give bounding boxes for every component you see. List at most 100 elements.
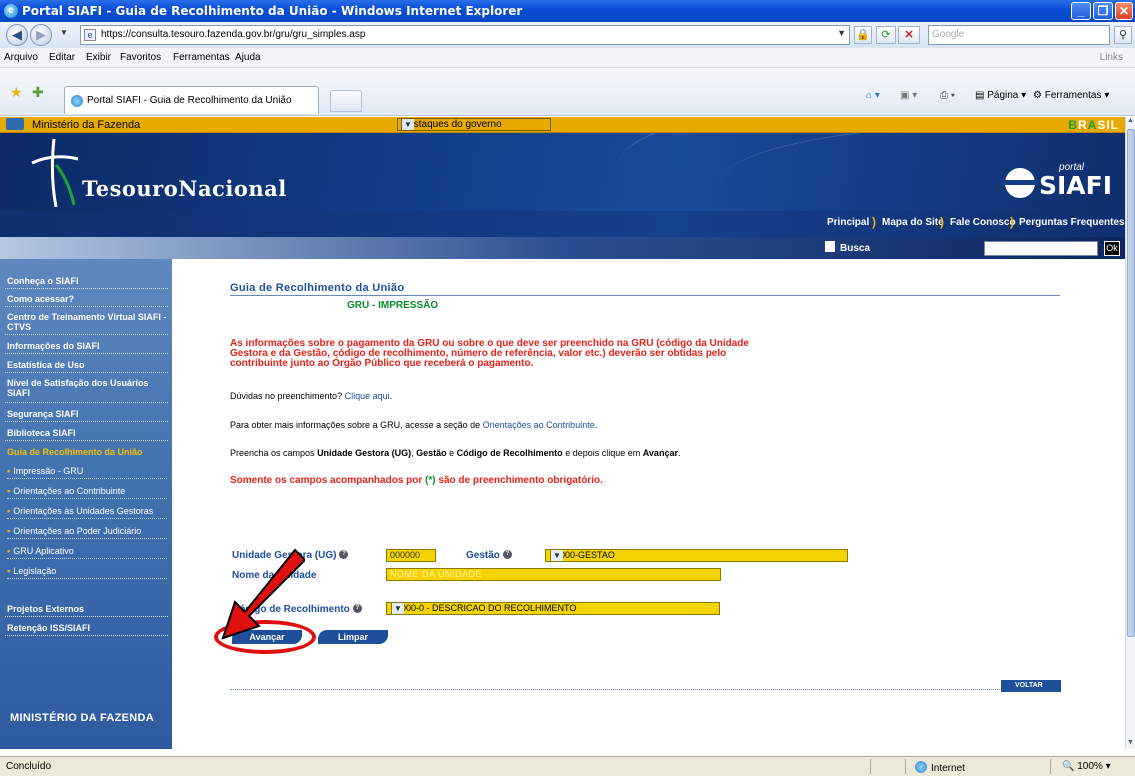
minimize-button[interactable]: _	[1071, 2, 1091, 20]
menu-exibir[interactable]: Exibir	[86, 52, 111, 63]
bottom-divider	[230, 689, 1060, 690]
sidebar-item-gru[interactable]: Guia de Recolhimento da União	[7, 447, 169, 457]
help-icon[interactable]: ?	[339, 550, 349, 559]
required-text: Somente os campos acompanhados por	[230, 475, 423, 486]
instr-e: e	[449, 448, 455, 458]
favorites-star-icon[interactable]: ★	[10, 84, 23, 101]
tab-portal-siafi[interactable]: Portal SIAFI - Guia de Recolhimento da U…	[64, 86, 319, 114]
sidebar-item-ctvs[interactable]: Centro de Treinamento Virtual SIAFI - CT…	[7, 312, 169, 332]
add-favorites-icon[interactable]: ✚	[32, 84, 44, 101]
orientacoes-contribuinte-link[interactable]: Orientações ao Contribuinte	[483, 420, 595, 430]
sidebar-subitem-orient-unidades[interactable]: ▪ Orientações às Unidades Gestoras	[7, 506, 167, 519]
voltar-button[interactable]: VOLTAR	[1001, 680, 1061, 692]
duvidas-paragraph: Dúvidas no preenchimento? Clique aqui.	[230, 391, 393, 401]
site-search-bar: Busca Ok	[0, 237, 1125, 259]
links-label[interactable]: Links	[1100, 52, 1123, 63]
link-perguntas-frequentes[interactable]: Perguntas Frequentes	[1019, 217, 1125, 228]
sidebar-item-seguranca[interactable]: Segurança SIAFI	[7, 409, 169, 419]
codigo-select[interactable]: 00000-0 - DESCRICAO DO RECOLHIMENTO ▼	[386, 602, 720, 615]
sidebar-item-informacoes[interactable]: Informações do SIAFI	[7, 341, 169, 351]
instr-codigo: Código de Recolhimento	[456, 448, 563, 458]
sidebar-divider	[5, 288, 168, 289]
sidebar-item-retencao-iss[interactable]: Retenção ISS/SIAFI	[7, 623, 169, 633]
link-mapa-do-site[interactable]: Mapa do Site	[882, 217, 944, 228]
home-icon[interactable]: ⌂ ▾	[866, 90, 880, 101]
nome-unidade-field[interactable]: NOME DA UNIDADE	[386, 568, 721, 581]
history-dropdown-icon[interactable]: ▼	[60, 28, 68, 37]
scroll-down-icon[interactable]: ▼	[1126, 739, 1135, 749]
vertical-scrollbar[interactable]: ▲ ▼	[1125, 117, 1135, 749]
address-dropdown-icon[interactable]: ▼	[837, 28, 846, 38]
help-icon[interactable]: ?	[502, 550, 512, 559]
sidebar-subitem-orient-contribuinte[interactable]: ▪ Orientações ao Contribuinte	[7, 486, 167, 499]
clique-aqui-link[interactable]: Clique aqui	[345, 391, 390, 401]
scroll-up-icon[interactable]: ▲	[1126, 117, 1135, 127]
link-fale-conosco[interactable]: Fale Conosco	[950, 217, 1016, 228]
warning-text: As informações sobre o pagamento da GRU …	[230, 338, 749, 369]
page-title: Guia de Recolhimento da União	[230, 282, 405, 294]
ug-label-text: Unidade Gestora (UG)	[232, 550, 337, 561]
search-placeholder: Google	[932, 29, 965, 40]
gestao-select[interactable]: 00000-GESTAO ▼	[545, 549, 848, 562]
menu-ferramentas[interactable]: Ferramentas	[173, 52, 230, 63]
duvidas-text: Dúvidas no preenchimento?	[230, 391, 343, 401]
menu-arquivo[interactable]: Arquivo	[4, 52, 38, 63]
close-button[interactable]: ✕	[1115, 2, 1133, 20]
sidebar-subitem-impressao[interactable]: ▪ Impressão - GRU	[7, 466, 167, 479]
government-bar: Ministério da Fazenda Destaques do gover…	[0, 117, 1125, 133]
sidebar-item-como-acessar[interactable]: Como acessar?	[7, 294, 169, 304]
sidebar-subitem-gru-aplicativo[interactable]: ▪ GRU Aplicativo	[7, 546, 167, 559]
window-title: Portal SIAFI - Guia de Recolhimento da U…	[22, 4, 523, 18]
tools-menu-label: Ferramentas	[1044, 90, 1102, 101]
forward-button[interactable]: ▶	[30, 24, 52, 46]
link-principal[interactable]: Principal	[827, 217, 869, 228]
sidebar-divider	[5, 306, 168, 307]
feeds-icon[interactable]: ▣ ▾	[900, 90, 917, 101]
sidebar-subitem-label: Orientações ao Poder Judiciário	[13, 526, 142, 536]
page-menu[interactable]: ▤ Página ▾	[975, 90, 1026, 101]
sidebar-item-satisfacao[interactable]: Nível de Satisfação dos Usuários SIAFI	[7, 378, 169, 398]
busca-input[interactable]	[984, 241, 1098, 256]
zoom-control[interactable]: 🔍 100% ▾	[1062, 761, 1111, 772]
help-icon[interactable]: ?	[352, 604, 362, 613]
stop-icon[interactable]: ✕	[898, 26, 920, 44]
sidebar-subitem-legislacao[interactable]: ▪ Legislação	[7, 566, 167, 579]
refresh-icon[interactable]: ⟳	[876, 26, 896, 44]
sidebar-subitem-orient-judiciario[interactable]: ▪ Orientações ao Poder Judiciário	[7, 526, 167, 539]
ug-input[interactable]: 000000	[386, 549, 436, 562]
ministry-link[interactable]: Ministério da Fazenda	[32, 119, 140, 131]
sidebar-item-projetos-externos[interactable]: Projetos Externos	[7, 604, 169, 614]
maximize-button[interactable]: ❐	[1093, 2, 1113, 20]
voltar-label: VOLTAR	[1015, 682, 1043, 689]
sidebar-item-conheca[interactable]: Conheça o SIAFI	[7, 276, 169, 286]
new-tab-button[interactable]	[330, 90, 362, 112]
menu-editar[interactable]: Editar	[49, 52, 75, 63]
scrollbar-thumb[interactable]	[1127, 129, 1135, 637]
instr-text-1: Preencha os campos	[230, 448, 315, 458]
address-field[interactable]: e https://consulta.tesouro.fazenda.gov.b…	[80, 25, 850, 45]
chevron-down-icon: ▼	[550, 550, 563, 561]
tesouro-nacional-brand: TesouroNacional	[82, 176, 287, 201]
search-input[interactable]: Google	[928, 25, 1110, 45]
tools-menu[interactable]: ⚙ Ferramentas ▾	[1033, 90, 1109, 101]
print-icon[interactable]: ⎙ ▾	[940, 90, 955, 101]
ug-value: 000000	[390, 550, 421, 560]
orientacoes-paragraph: Para obter mais informações sobre a GRU,…	[230, 420, 598, 430]
limpar-button[interactable]: Limpar	[318, 630, 388, 644]
menu-favoritos[interactable]: Favoritos	[120, 52, 161, 63]
sidebar-subitem-label: Legislação	[13, 566, 57, 576]
gestao-label-text: Gestão	[466, 550, 500, 561]
window-titlebar: e Portal SIAFI - Guia de Recolhimento da…	[0, 0, 1135, 22]
status-text: Concluído	[6, 761, 52, 772]
top-links-bar: Principal ) Mapa do Site ) Fale Conosco …	[0, 211, 1125, 237]
search-icon[interactable]: ⚲	[1114, 26, 1132, 44]
status-bar: Concluído Internet 🔍 100% ▾	[0, 756, 1135, 776]
sidebar-subitem-label: Orientações às Unidades Gestoras	[13, 506, 154, 516]
back-button[interactable]: ◀	[6, 24, 28, 46]
destaques-select[interactable]: Destaques do governo ▼	[397, 118, 551, 131]
busca-ok-button[interactable]: Ok	[1104, 241, 1120, 256]
menu-ajuda[interactable]: Ajuda	[235, 52, 261, 63]
sidebar-item-estatistica[interactable]: Estatística de Uso	[7, 360, 169, 370]
sidebar-item-biblioteca[interactable]: Biblioteca SIAFI	[7, 428, 169, 438]
lock-icon[interactable]: 🔒	[854, 26, 872, 44]
